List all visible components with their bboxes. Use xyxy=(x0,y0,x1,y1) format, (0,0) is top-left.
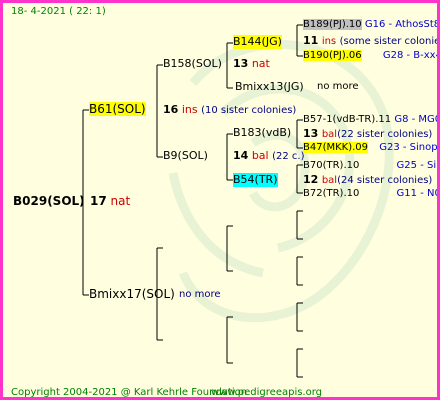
queen-bmixx17-sol[interactable]: Bmixx17(SOL) xyxy=(89,287,175,301)
website-link[interactable]: www.pedigreeapis.org xyxy=(211,386,322,397)
bmixx13-no-more: no more xyxy=(317,81,359,92)
queen-b70-tr[interactable]: B70(TR).10 G25 - Sinop62R xyxy=(303,159,437,173)
queen-b72-tr[interactable]: B72(TR).10 G11 - N06294R xyxy=(303,187,437,201)
queen-b183-vdb[interactable]: B183(vdB) xyxy=(233,126,291,140)
b57-mating-info: 13 bal(22 sister colonies) xyxy=(303,127,433,140)
queen-id: B029(SOL) xyxy=(13,194,85,208)
queen-b190-pj[interactable]: B190(PJ).06 G28 - B-xx43 xyxy=(303,49,437,63)
gen1-mating-info: 17 nat xyxy=(90,194,130,208)
b158-mating-info: 13 nat xyxy=(233,57,270,70)
queen-b61-sol[interactable]: B61(SOL) xyxy=(89,102,146,116)
pedigree-frame: 18- 4-2021 ( 22: 1) B029(SOL) 17 nat B61… xyxy=(0,0,440,400)
report-date: 18- 4-2021 ( 22: 1) xyxy=(11,6,106,17)
queen-bmixx13-jg[interactable]: Bmixx13(JG) xyxy=(235,80,304,94)
bmixx17-no-more: no more xyxy=(179,289,221,300)
queen-b54-tr[interactable]: B54(TR) xyxy=(233,173,278,187)
gen1-type: nat xyxy=(110,194,131,208)
queen-b47-mkk[interactable]: B47(MKK).09 G23 - Sinop62R xyxy=(303,141,437,155)
queen-b158-sol[interactable]: B158(SOL) xyxy=(163,57,222,71)
queen-b57-1[interactable]: B57-1(vdB-TR).11 G8 - MG00R xyxy=(303,113,437,127)
b189-mating-info: 11 ins (some sister colonies) xyxy=(303,34,440,47)
b70-mating-info: 12 bal(24 sister colonies) xyxy=(303,173,433,186)
queen-b029-sol[interactable]: B029(SOL) xyxy=(13,194,85,208)
queen-b189-pj[interactable]: B189(PJ).10 G16 - AthosSt80R xyxy=(303,18,437,32)
queen-b144-jg[interactable]: B144(JG) xyxy=(233,35,282,49)
b61-mating-info: 16 ins (10 sister colonies) xyxy=(163,103,297,116)
gen1-number: 17 xyxy=(90,194,107,208)
queen-b9-sol[interactable]: B9(SOL) xyxy=(163,149,208,163)
b9-mating-info: 14 bal (22 c.) xyxy=(233,149,305,162)
